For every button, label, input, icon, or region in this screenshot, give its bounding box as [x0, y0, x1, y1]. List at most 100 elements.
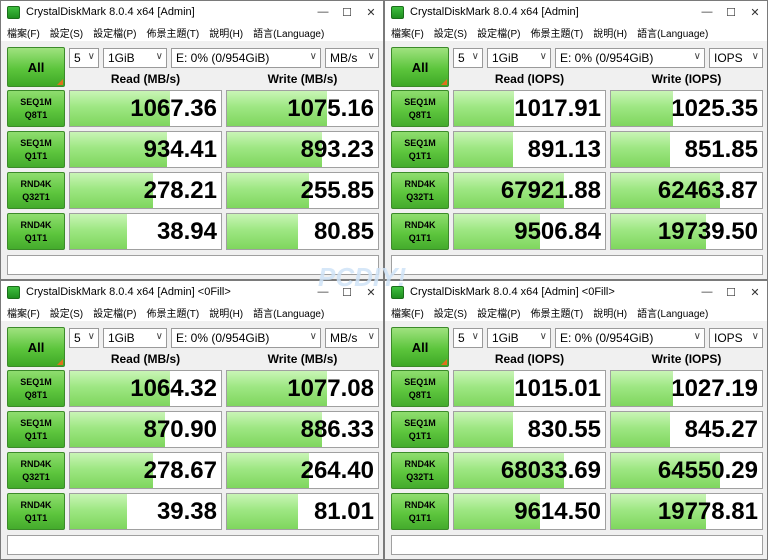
maximize-icon[interactable]: ☐ — [719, 281, 743, 303]
write-result-bar — [227, 494, 298, 529]
menu-profile[interactable]: 設定檔(P) — [477, 25, 520, 40]
menu-help[interactable]: 說明(H) — [593, 305, 627, 320]
title-bar[interactable]: CrystalDiskMark 8.0.4 x64 [Admin] — ☐ ✕ — [385, 1, 767, 23]
menu-language[interactable]: 語言(Language) — [253, 25, 324, 40]
menu-help[interactable]: 說明(H) — [593, 25, 627, 40]
menu-theme[interactable]: 佈景主題(T) — [530, 305, 583, 320]
menu-help[interactable]: 說明(H) — [209, 305, 243, 320]
test-button-rnd4k-q1t1[interactable]: RND4K Q1T1 — [391, 493, 449, 530]
test-button-seq1m-q8t1[interactable]: SEQ1M Q8T1 — [391, 370, 449, 407]
read-result-bar — [70, 494, 128, 529]
test-button-rnd4k-q1t1[interactable]: RND4K Q1T1 — [7, 213, 65, 250]
all-button[interactable]: All — [7, 47, 65, 87]
unit-select[interactable]: MB/s ∨ — [325, 328, 379, 348]
all-button[interactable]: All — [7, 327, 65, 367]
menu-file[interactable]: 檔案(F) — [7, 25, 40, 40]
maximize-icon[interactable]: ☐ — [335, 1, 359, 23]
test-params: Q1T1 — [24, 430, 48, 441]
menu-file[interactable]: 檔案(F) — [391, 305, 424, 320]
drive-select[interactable]: E: 0% (0/954GiB) ∨ — [555, 328, 705, 348]
menu-help[interactable]: 說明(H) — [209, 25, 243, 40]
write-result-value: 19739.50 — [657, 218, 758, 245]
test-button-seq1m-q1t1[interactable]: SEQ1M Q1T1 — [391, 131, 449, 168]
menu-profile[interactable]: 設定檔(P) — [93, 305, 136, 320]
write-result: 1075.16 — [226, 90, 379, 127]
title-bar[interactable]: CrystalDiskMark 8.0.4 x64 [Admin] — ☐ ✕ — [1, 1, 383, 23]
test-button-seq1m-q1t1[interactable]: SEQ1M Q1T1 — [7, 131, 65, 168]
minimize-icon[interactable]: — — [695, 281, 719, 303]
write-result: 893.23 — [226, 131, 379, 168]
test-size-select[interactable]: 1GiB ∨ — [487, 48, 551, 68]
test-button-seq1m-q8t1[interactable]: SEQ1M Q8T1 — [7, 370, 65, 407]
read-result-value: 934.41 — [143, 136, 217, 163]
test-count-select[interactable]: 5 ∨ — [453, 328, 483, 348]
comment-field[interactable] — [391, 255, 763, 275]
menu-file[interactable]: 檔案(F) — [7, 305, 40, 320]
write-result-bar — [611, 91, 673, 126]
test-name: SEQ1M — [404, 376, 436, 387]
test-button-seq1m-q8t1[interactable]: SEQ1M Q8T1 — [7, 90, 65, 127]
test-button-rnd4k-q1t1[interactable]: RND4K Q1T1 — [7, 493, 65, 530]
test-name: SEQ1M — [20, 137, 52, 148]
menu-language[interactable]: 語言(Language) — [253, 305, 324, 320]
test-size-select[interactable]: 1GiB ∨ — [103, 48, 167, 68]
test-count-select[interactable]: 5 ∨ — [69, 48, 99, 68]
test-button-rnd4k-q32t1[interactable]: RND4K Q32T1 — [7, 172, 65, 209]
menu-settings[interactable]: 設定(S) — [434, 25, 467, 40]
unit-select[interactable]: IOPS ∨ — [709, 328, 763, 348]
cdm-window: CrystalDiskMark 8.0.4 x64 [Admin] <0Fill… — [0, 280, 384, 560]
write-result: 264.40 — [226, 452, 379, 489]
maximize-icon[interactable]: ☐ — [719, 1, 743, 23]
minimize-icon[interactable]: — — [311, 281, 335, 303]
test-button-seq1m-q1t1[interactable]: SEQ1M Q1T1 — [7, 411, 65, 448]
read-result: 9614.50 — [453, 493, 606, 530]
minimize-icon[interactable]: — — [311, 1, 335, 23]
test-button-seq1m-q1t1[interactable]: SEQ1M Q1T1 — [391, 411, 449, 448]
drive-select[interactable]: E: 0% (0/954GiB) ∨ — [555, 48, 705, 68]
write-result: 19739.50 — [610, 213, 763, 250]
unit-select[interactable]: MB/s ∨ — [325, 48, 379, 68]
test-size-select[interactable]: 1GiB ∨ — [487, 328, 551, 348]
menu-settings[interactable]: 設定(S) — [50, 305, 83, 320]
test-button-rnd4k-q32t1[interactable]: RND4K Q32T1 — [391, 172, 449, 209]
menu-language[interactable]: 語言(Language) — [637, 305, 708, 320]
test-button-rnd4k-q32t1[interactable]: RND4K Q32T1 — [391, 452, 449, 489]
menu-settings[interactable]: 設定(S) — [434, 305, 467, 320]
close-icon[interactable]: ✕ — [743, 1, 767, 23]
close-icon[interactable]: ✕ — [359, 281, 383, 303]
menu-profile[interactable]: 設定檔(P) — [93, 25, 136, 40]
unit-select[interactable]: IOPS ∨ — [709, 48, 763, 68]
chevron-down-icon: ∨ — [309, 331, 317, 342]
test-count-select[interactable]: 5 ∨ — [69, 328, 99, 348]
menu-theme[interactable]: 佈景主題(T) — [146, 305, 199, 320]
menu-theme[interactable]: 佈景主題(T) — [146, 25, 199, 40]
test-button-seq1m-q8t1[interactable]: SEQ1M Q8T1 — [391, 90, 449, 127]
test-button-rnd4k-q32t1[interactable]: RND4K Q32T1 — [7, 452, 65, 489]
drive-select[interactable]: E: 0% (0/954GiB) ∨ — [171, 328, 321, 348]
all-button[interactable]: All — [391, 327, 449, 367]
close-icon[interactable]: ✕ — [359, 1, 383, 23]
menu-profile[interactable]: 設定檔(P) — [477, 305, 520, 320]
write-column-header: Write (MB/s) — [267, 72, 338, 86]
menu-theme[interactable]: 佈景主題(T) — [530, 25, 583, 40]
write-result-value: 19778.81 — [657, 498, 758, 525]
comment-field[interactable] — [391, 535, 763, 555]
minimize-icon[interactable]: — — [695, 1, 719, 23]
test-size-select[interactable]: 1GiB ∨ — [103, 328, 167, 348]
write-column-header: Write (IOPS) — [651, 72, 722, 86]
title-bar[interactable]: CrystalDiskMark 8.0.4 x64 [Admin] <0Fill… — [385, 281, 767, 303]
test-count-select[interactable]: 5 ∨ — [453, 48, 483, 68]
menu-settings[interactable]: 設定(S) — [50, 25, 83, 40]
menu-file[interactable]: 檔案(F) — [391, 25, 424, 40]
chevron-down-icon: ∨ — [155, 51, 163, 62]
comment-field[interactable] — [7, 535, 379, 555]
write-result-value: 1027.19 — [671, 375, 758, 402]
maximize-icon[interactable]: ☐ — [335, 281, 359, 303]
title-bar[interactable]: CrystalDiskMark 8.0.4 x64 [Admin] <0Fill… — [1, 281, 383, 303]
all-button[interactable]: All — [391, 47, 449, 87]
close-icon[interactable]: ✕ — [743, 281, 767, 303]
test-button-rnd4k-q1t1[interactable]: RND4K Q1T1 — [391, 213, 449, 250]
comment-field[interactable] — [7, 255, 379, 275]
drive-select[interactable]: E: 0% (0/954GiB) ∨ — [171, 48, 321, 68]
menu-language[interactable]: 語言(Language) — [637, 25, 708, 40]
